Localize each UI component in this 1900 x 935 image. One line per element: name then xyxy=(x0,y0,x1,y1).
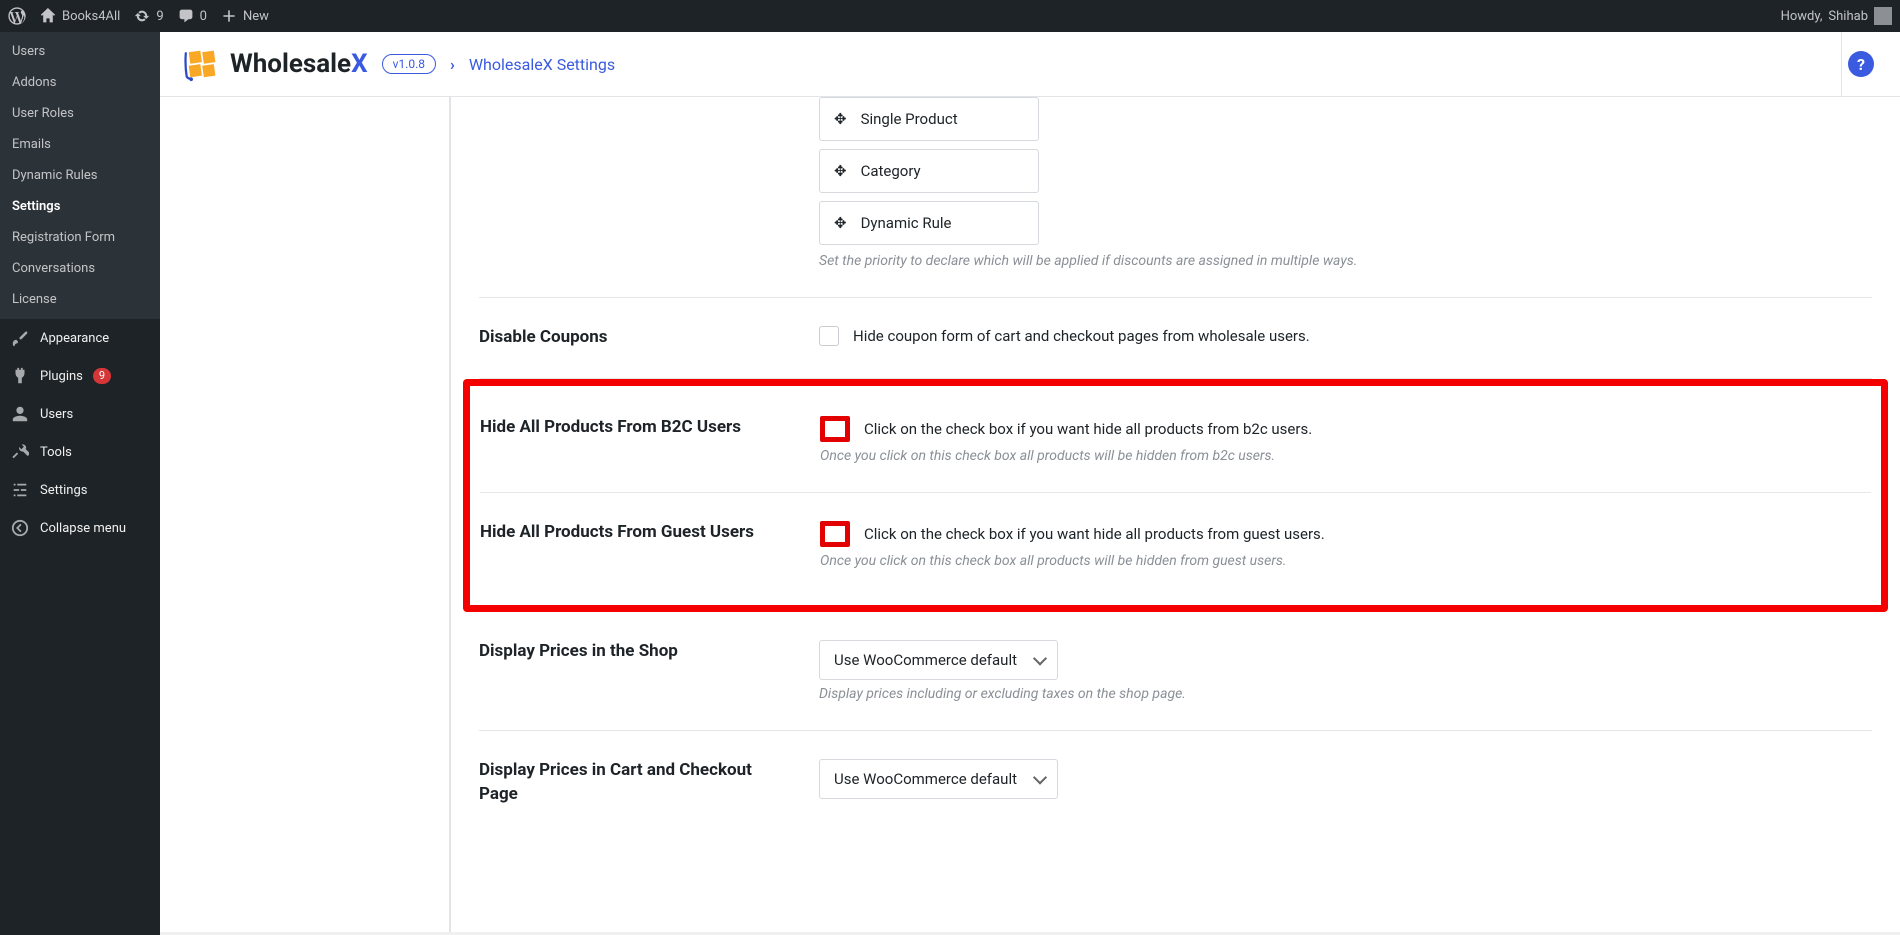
move-icon: ✥ xyxy=(834,162,847,180)
hide-b2c-hint: Once you click on this check box all pro… xyxy=(820,448,1871,464)
prices-shop-select[interactable]: Use WooCommerce default xyxy=(819,640,1058,680)
updates-count: 9 xyxy=(156,9,163,24)
page-header: WholesaleX v1.0.8 › WholesaleX Settings … xyxy=(160,32,1900,97)
plugins-update-badge: 9 xyxy=(93,368,111,384)
sidebar-users-label: Users xyxy=(40,407,73,422)
home-icon xyxy=(40,8,56,24)
hide-guest-label: Hide All Products From Guest Users xyxy=(480,521,780,545)
breadcrumb-current: WholesaleX Settings xyxy=(469,55,615,74)
site-name-menu[interactable]: Books4All xyxy=(40,8,120,24)
site-name-text: Books4All xyxy=(62,9,120,24)
howdy-prefix: Howdy, xyxy=(1781,9,1823,24)
prices-shop-label: Display Prices in the Shop xyxy=(479,640,779,664)
priority-item-label: Single Product xyxy=(861,110,958,128)
wordpress-icon xyxy=(8,7,26,25)
prices-cart-label: Display Prices in Cart and Checkout Page xyxy=(479,759,779,807)
settings-panel: ✥ Single Product ✥ Category ✥ Dynamic Ru… xyxy=(450,97,1900,932)
move-icon: ✥ xyxy=(834,110,847,128)
wholesalex-submenu: Users Addons User Roles Emails Dynamic R… xyxy=(0,32,160,319)
priority-item-single-product[interactable]: ✥ Single Product xyxy=(819,97,1039,141)
settings-secondary-nav xyxy=(160,97,450,932)
disable-coupons-text: Hide coupon form of cart and checkout pa… xyxy=(853,327,1310,345)
submenu-addons[interactable]: Addons xyxy=(0,67,160,98)
annotation-highlight: Hide All Products From B2C Users Click o… xyxy=(463,379,1888,612)
chevron-right-icon: › xyxy=(450,55,455,74)
hide-guest-text: Click on the check box if you want hide … xyxy=(864,525,1325,543)
comments-count: 0 xyxy=(200,9,207,24)
howdy-user: Shihab xyxy=(1828,9,1868,24)
move-icon: ✥ xyxy=(834,214,847,232)
plug-icon xyxy=(10,366,30,386)
hide-guest-hint: Once you click on this check box all pro… xyxy=(820,553,1871,569)
wp-admin-sidebar: Users Addons User Roles Emails Dynamic R… xyxy=(0,32,160,935)
wholesalex-logo xyxy=(184,46,220,82)
submenu-settings[interactable]: Settings xyxy=(0,191,160,222)
help-button[interactable]: ? xyxy=(1848,51,1874,77)
new-content-menu[interactable]: New xyxy=(221,8,269,24)
submenu-emails[interactable]: Emails xyxy=(0,129,160,160)
brand-name: WholesaleX xyxy=(230,49,368,79)
prices-shop-value: Use WooCommerce default xyxy=(834,651,1017,669)
sidebar-settings[interactable]: Settings xyxy=(0,471,160,509)
sidebar-plugins[interactable]: Plugins 9 xyxy=(0,357,160,395)
disable-coupons-label: Disable Coupons xyxy=(479,326,779,350)
collapse-icon xyxy=(10,518,30,538)
sidebar-tools[interactable]: Tools xyxy=(0,433,160,471)
prices-cart-value: Use WooCommerce default xyxy=(834,770,1017,788)
version-badge: v1.0.8 xyxy=(382,54,436,74)
submenu-conversations[interactable]: Conversations xyxy=(0,253,160,284)
updates-menu[interactable]: 9 xyxy=(134,8,163,24)
hide-guest-checkbox[interactable] xyxy=(820,521,850,547)
sidebar-collapse-label: Collapse menu xyxy=(40,521,126,536)
sidebar-appearance-label: Appearance xyxy=(40,331,109,346)
wp-admin-bar: Books4All 9 0 New Howdy, Shihab xyxy=(0,0,1900,32)
update-icon xyxy=(134,8,150,24)
new-label: New xyxy=(243,9,269,24)
priority-item-label: Dynamic Rule xyxy=(861,214,952,232)
priority-item-dynamic-rule[interactable]: ✥ Dynamic Rule xyxy=(819,201,1039,245)
priority-hint: Set the priority to declare which will b… xyxy=(819,253,1872,269)
prices-shop-hint: Display prices including or excluding ta… xyxy=(819,686,1872,702)
user-icon xyxy=(10,404,30,424)
submenu-registration-form[interactable]: Registration Form xyxy=(0,222,160,253)
sidebar-collapse[interactable]: Collapse menu xyxy=(0,509,160,547)
sliders-icon xyxy=(10,480,30,500)
disable-coupons-checkbox[interactable] xyxy=(819,326,839,346)
submenu-license[interactable]: License xyxy=(0,284,160,315)
prices-cart-select[interactable]: Use WooCommerce default xyxy=(819,759,1058,799)
sidebar-settings-label: Settings xyxy=(40,483,87,498)
plus-icon xyxy=(221,8,237,24)
hide-b2c-text: Click on the check box if you want hide … xyxy=(864,420,1312,438)
hide-b2c-checkbox[interactable] xyxy=(820,416,850,442)
sidebar-appearance[interactable]: Appearance xyxy=(0,319,160,357)
sidebar-tools-label: Tools xyxy=(40,445,72,460)
submenu-user-roles[interactable]: User Roles xyxy=(0,98,160,129)
header-divider xyxy=(1841,32,1842,96)
priority-item-category[interactable]: ✥ Category xyxy=(819,149,1039,193)
sidebar-plugins-label: Plugins xyxy=(40,369,83,384)
hide-b2c-label: Hide All Products From B2C Users xyxy=(480,416,780,440)
brush-icon xyxy=(10,328,30,348)
comment-icon xyxy=(178,8,194,24)
wrench-icon xyxy=(10,442,30,462)
my-account-menu[interactable]: Howdy, Shihab xyxy=(1781,7,1892,25)
sidebar-users[interactable]: Users xyxy=(0,395,160,433)
avatar xyxy=(1874,7,1892,25)
wp-logo-menu[interactable] xyxy=(8,7,26,25)
submenu-users[interactable]: Users xyxy=(0,36,160,67)
priority-item-label: Category xyxy=(861,162,921,180)
submenu-dynamic-rules[interactable]: Dynamic Rules xyxy=(0,160,160,191)
comments-menu[interactable]: 0 xyxy=(178,8,207,24)
